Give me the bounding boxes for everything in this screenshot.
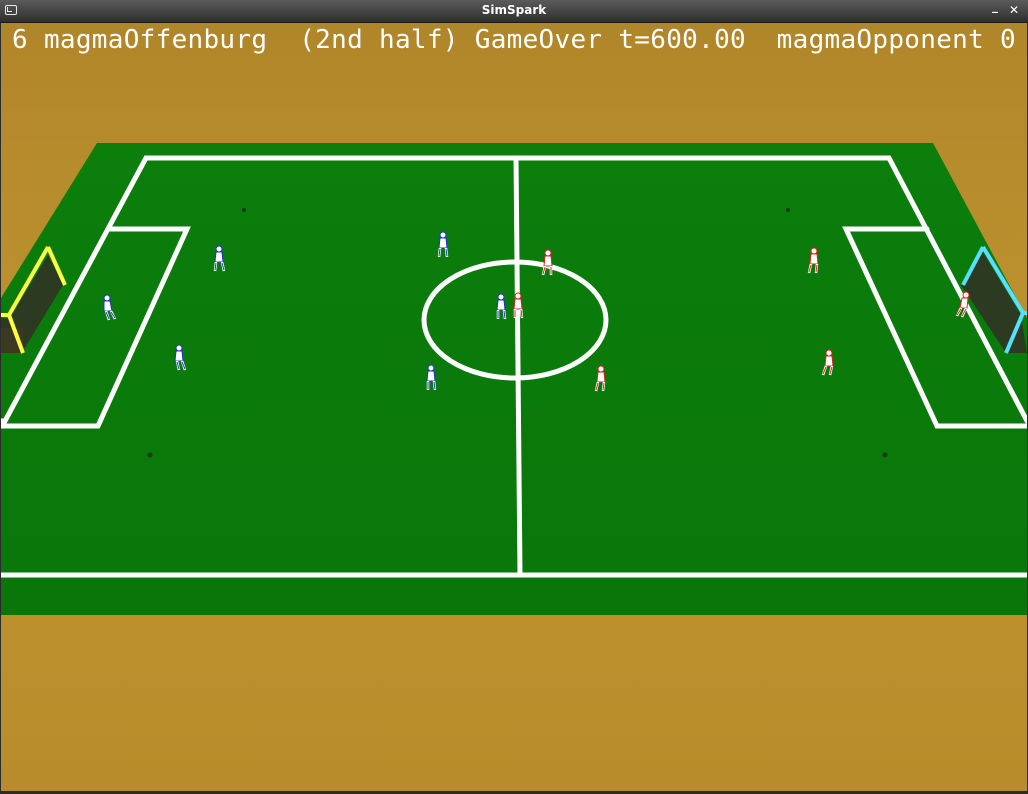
simspark-window: SimSpark _ ✕ 6 magmaOffenburg (2nd half)… xyxy=(0,0,1028,794)
scoreboard-left: 6 magmaOffenburg (2nd half) GameOver t=6… xyxy=(12,25,746,55)
minimize-icon[interactable]: _ xyxy=(992,0,998,13)
scoreboard-right: magmaOpponent 0 xyxy=(777,25,1016,55)
close-icon[interactable]: ✕ xyxy=(1009,3,1019,17)
soccer-scene xyxy=(1,23,1027,791)
left-team-name: magmaOffenburg xyxy=(43,25,268,55)
left-score: 6 xyxy=(12,25,28,55)
window-title: SimSpark xyxy=(481,3,547,17)
right-score: 0 xyxy=(1000,25,1016,55)
title-bar[interactable]: SimSpark _ ✕ xyxy=(0,0,1028,23)
half-indicator: (2nd half) xyxy=(299,25,459,55)
play-mode: GameOver xyxy=(474,25,603,55)
right-team-name: magmaOpponent xyxy=(776,25,985,55)
game-time: t=600.00 xyxy=(618,25,746,55)
3d-viewport[interactable] xyxy=(1,23,1027,791)
